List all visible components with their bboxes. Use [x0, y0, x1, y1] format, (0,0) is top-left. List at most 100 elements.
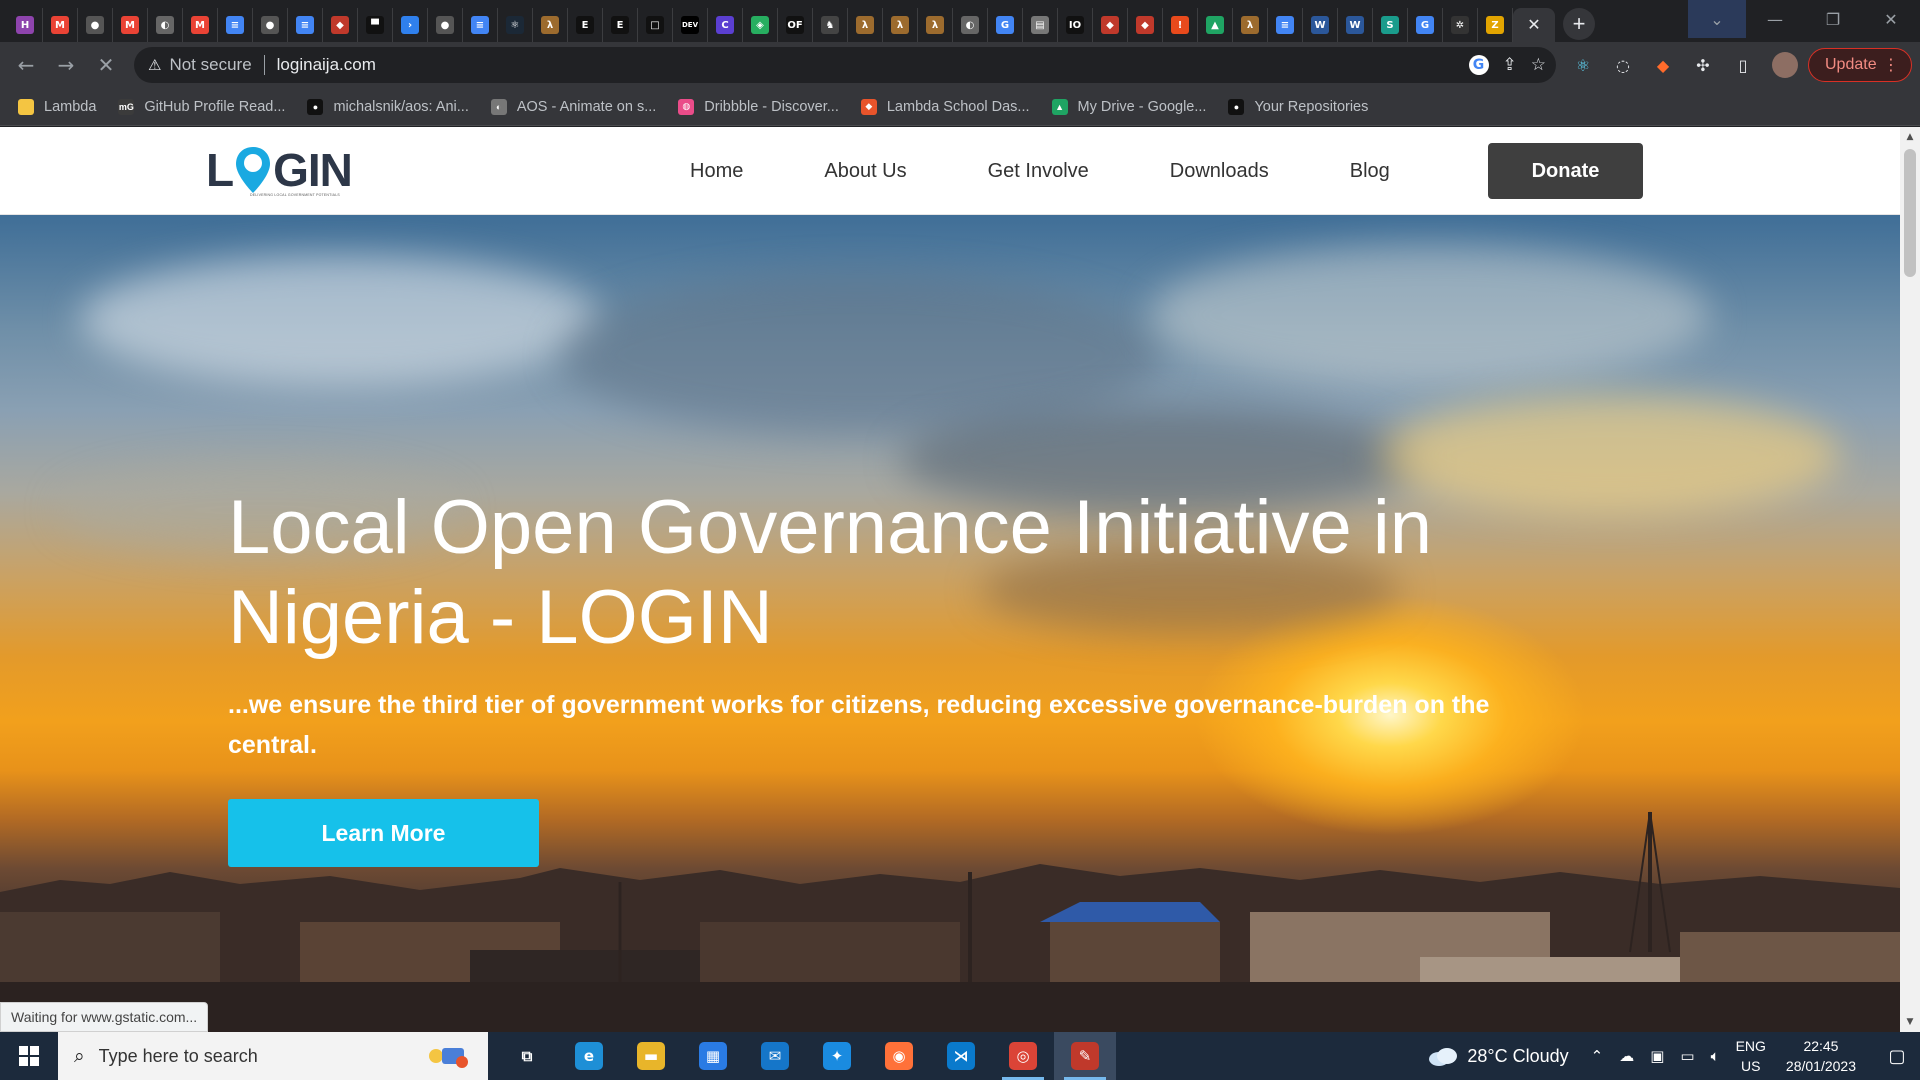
minimize-button[interactable]: —	[1746, 0, 1804, 38]
browser-tab[interactable]: ◈	[743, 8, 778, 42]
browser-tab[interactable]: !	[1163, 8, 1198, 42]
notifications-icon[interactable]: ▢	[1874, 1032, 1920, 1080]
donate-button[interactable]: Donate	[1488, 143, 1643, 199]
bookmark-item[interactable]: ▲ My Drive - Google...	[1051, 98, 1206, 115]
browser-tab[interactable]: ♞	[813, 8, 848, 42]
input-language[interactable]: ENG US	[1736, 1036, 1766, 1076]
volume-icon[interactable]: 🔈︎	[1711, 1047, 1720, 1065]
nav-link-downloads[interactable]: Downloads	[1170, 160, 1269, 183]
start-button[interactable]	[0, 1032, 58, 1080]
react-devtools-icon[interactable]: ⚛	[1572, 54, 1594, 76]
taskbar-app[interactable]: ✎	[1054, 1032, 1116, 1080]
browser-tab[interactable]: ≡	[463, 8, 498, 42]
browser-tab[interactable]: M	[183, 8, 218, 42]
browser-tab[interactable]: E	[603, 8, 638, 42]
bookmark-star-icon[interactable]: ☆	[1531, 55, 1546, 75]
back-button[interactable]: ←	[6, 45, 46, 85]
scrollbar-thumb[interactable]	[1904, 149, 1916, 277]
bookmark-item[interactable]: ◐ AOS - Animate on s...	[490, 98, 656, 115]
browser-tab[interactable]: IO	[1058, 8, 1093, 42]
taskbar-app[interactable]: ▬	[620, 1032, 682, 1080]
browser-tab[interactable]: M	[113, 8, 148, 42]
taskbar-app[interactable]: ⋊	[930, 1032, 992, 1080]
taskbar-search-box[interactable]: ⌕ Type here to search	[58, 1032, 488, 1080]
update-button[interactable]: Update ⋮	[1808, 48, 1912, 82]
weather-widget[interactable]: 28°C Cloudy	[1427, 1046, 1569, 1067]
nav-link-about-us[interactable]: About Us	[824, 160, 906, 183]
warning-icon[interactable]: ⚠	[148, 56, 161, 74]
browser-tab[interactable]: S	[1373, 8, 1408, 42]
browser-tab[interactable]: λ	[848, 8, 883, 42]
puzzle-icon[interactable]: ✣	[1692, 54, 1714, 76]
taskbar-app[interactable]: e	[558, 1032, 620, 1080]
onedrive-icon[interactable]: ☁	[1619, 1047, 1634, 1065]
browser-tab[interactable]: DEV	[673, 8, 708, 42]
scroll-down-arrow-icon[interactable]: ▼	[1900, 1014, 1920, 1030]
browser-tab[interactable]: ●	[253, 8, 288, 42]
restore-button[interactable]: ❐	[1804, 0, 1862, 38]
taskbar-app[interactable]: ✦	[806, 1032, 868, 1080]
new-tab-button[interactable]: +	[1563, 8, 1595, 40]
browser-tab[interactable]: λ	[1233, 8, 1268, 42]
nav-link-home[interactable]: Home	[690, 160, 743, 183]
extension-circle-icon[interactable]: ◌	[1612, 54, 1634, 76]
browser-tab[interactable]: OF	[778, 8, 813, 42]
bookmark-item[interactable]: ◆ Lambda School Das...	[860, 98, 1030, 115]
share-icon[interactable]: ⇪	[1503, 55, 1517, 75]
browser-tab[interactable]: ≡	[288, 8, 323, 42]
taskbar-app[interactable]: ▦	[682, 1032, 744, 1080]
bookmark-item[interactable]: Lambda	[18, 98, 96, 115]
meet-now-icon[interactable]: ▣	[1650, 1047, 1664, 1065]
active-browser-tab[interactable]: ✕	[1513, 8, 1555, 42]
clock[interactable]: 22:45 28/01/2023	[1786, 1036, 1856, 1076]
nav-link-blog[interactable]: Blog	[1350, 160, 1390, 183]
browser-tab[interactable]: W	[1338, 8, 1373, 42]
learn-more-button[interactable]: Learn More	[228, 799, 539, 867]
close-window-button[interactable]: ✕	[1862, 0, 1920, 38]
browser-tab[interactable]: ◐	[953, 8, 988, 42]
browser-tab[interactable]: G	[1408, 8, 1443, 42]
url-text[interactable]: loginaija.com	[277, 55, 376, 75]
browser-tab[interactable]: ✲	[1443, 8, 1478, 42]
security-label[interactable]: Not secure	[169, 55, 251, 75]
browser-tab[interactable]: ⚛	[498, 8, 533, 42]
browser-tab[interactable]: ◆	[1093, 8, 1128, 42]
browser-tab[interactable]: M	[43, 8, 78, 42]
browser-tab[interactable]: λ	[883, 8, 918, 42]
browser-tab[interactable]: ◆	[1128, 8, 1163, 42]
bookmark-item[interactable]: ◍ Dribbble - Discover...	[678, 98, 839, 115]
close-tab-icon[interactable]: ✕	[1527, 15, 1540, 35]
battery-icon[interactable]: ▭	[1680, 1047, 1694, 1065]
browser-tab[interactable]: W	[1303, 8, 1338, 42]
bookmark-item[interactable]: mG GitHub Profile Read...	[118, 98, 285, 115]
address-bar[interactable]: ⚠ Not secure loginaija.com G ⇪ ☆	[134, 47, 1556, 83]
stop-loading-button[interactable]: ✕	[86, 45, 126, 85]
browser-tab[interactable]: λ	[918, 8, 953, 42]
taskbar-app[interactable]: ✉	[744, 1032, 806, 1080]
forward-button[interactable]: →	[46, 45, 86, 85]
browser-tab[interactable]: ≡	[1268, 8, 1303, 42]
browser-tab[interactable]: ▀	[358, 8, 393, 42]
browser-tab[interactable]: ●	[428, 8, 463, 42]
browser-tab[interactable]: ≡	[218, 8, 253, 42]
browser-tab[interactable]: E	[568, 8, 603, 42]
taskbar-app[interactable]: ◎	[992, 1032, 1054, 1080]
browser-tab[interactable]: ▲	[1198, 8, 1233, 42]
scroll-up-arrow-icon[interactable]: ▲	[1900, 129, 1920, 145]
bookmark-item[interactable]: ● michalsnik/aos: Ani...	[307, 98, 469, 115]
browser-tab[interactable]: □	[638, 8, 673, 42]
chevron-up-icon[interactable]: ⌃	[1591, 1047, 1604, 1065]
browser-tab[interactable]: ●	[78, 8, 113, 42]
browser-tab[interactable]: ▤	[1023, 8, 1058, 42]
page-scrollbar[interactable]: ▲ ▼	[1900, 127, 1920, 1032]
bookmark-item[interactable]: ● Your Repositories	[1228, 98, 1368, 115]
taskbar-app[interactable]: ◉	[868, 1032, 930, 1080]
taskbar-app[interactable]: ⧉	[496, 1032, 558, 1080]
browser-tab[interactable]: C	[708, 8, 743, 42]
browser-tab[interactable]: H	[8, 8, 43, 42]
browser-tab[interactable]: ◐	[148, 8, 183, 42]
tab-search-button[interactable]: ⌄	[1688, 0, 1746, 38]
profile-avatar[interactable]	[1772, 52, 1798, 78]
more-menu-icon[interactable]: ⋮	[1883, 55, 1899, 75]
browser-tab[interactable]: Z	[1478, 8, 1513, 42]
